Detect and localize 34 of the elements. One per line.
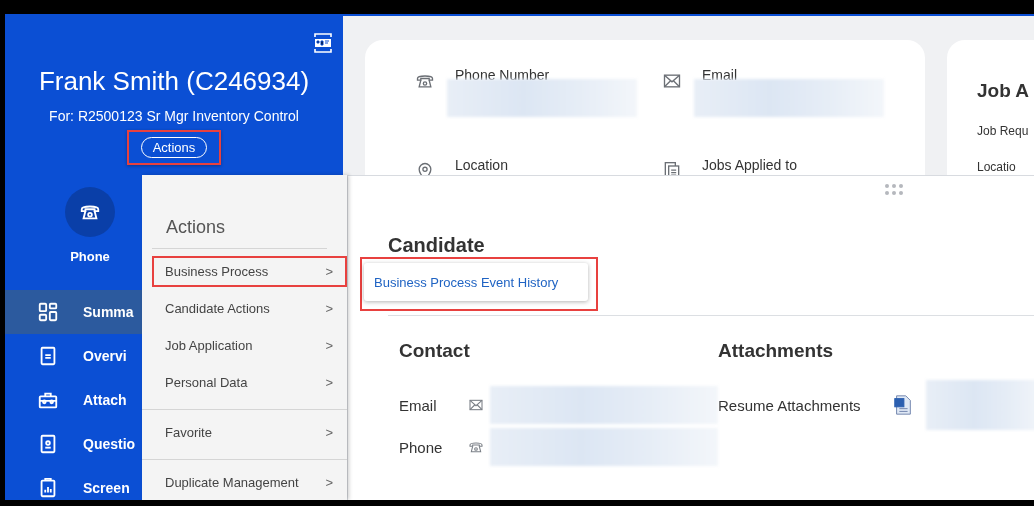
field-label: Email (399, 396, 438, 414)
nav-label: Attach (83, 392, 127, 408)
menu-title: Actions (152, 175, 327, 249)
nav-label: Summa (83, 304, 134, 320)
field-label: Phone Number (455, 67, 551, 83)
menu-item-label: Business Process (165, 264, 269, 279)
nav-label: Screen (83, 480, 130, 496)
field-label: Job Requ (977, 124, 1030, 138)
field-label: Locatio (977, 160, 1017, 174)
nav-label: Questio (83, 436, 136, 452)
nav-label: Overvi (83, 348, 127, 364)
candidate-name: Frank Smith (C246934) (38, 66, 310, 97)
card-title: Job A (977, 80, 1031, 102)
menu-item-label: Job Application (165, 338, 253, 353)
chevron-icon: > (325, 301, 333, 316)
chevron-icon: > (325, 475, 333, 490)
field-label: Phone (399, 438, 444, 456)
chevron-icon: > (325, 338, 333, 353)
field-label: Resume Attachments (718, 396, 862, 414)
requisition-text: For: R2500123 Sr Mgr Inventory Control (49, 108, 299, 124)
menu-item-label: Personal Data (165, 375, 248, 390)
menu-item-label: Duplicate Management (165, 475, 299, 490)
field-label: Jobs Applied to (702, 157, 797, 173)
field-label: Location (455, 157, 508, 173)
chevron-icon: > (325, 375, 333, 390)
section-title: Attachments (718, 340, 835, 362)
field-label: Email (702, 67, 738, 83)
menu-item-label: Candidate Actions (165, 301, 270, 316)
chevron-icon: > (325, 425, 333, 440)
menu-item-label: Favorite (165, 425, 212, 440)
quick-action-label: Phone (70, 249, 110, 264)
section-title: Candidate (388, 234, 486, 257)
section-title: Contact (399, 340, 471, 362)
chevron-icon: > (325, 264, 333, 279)
